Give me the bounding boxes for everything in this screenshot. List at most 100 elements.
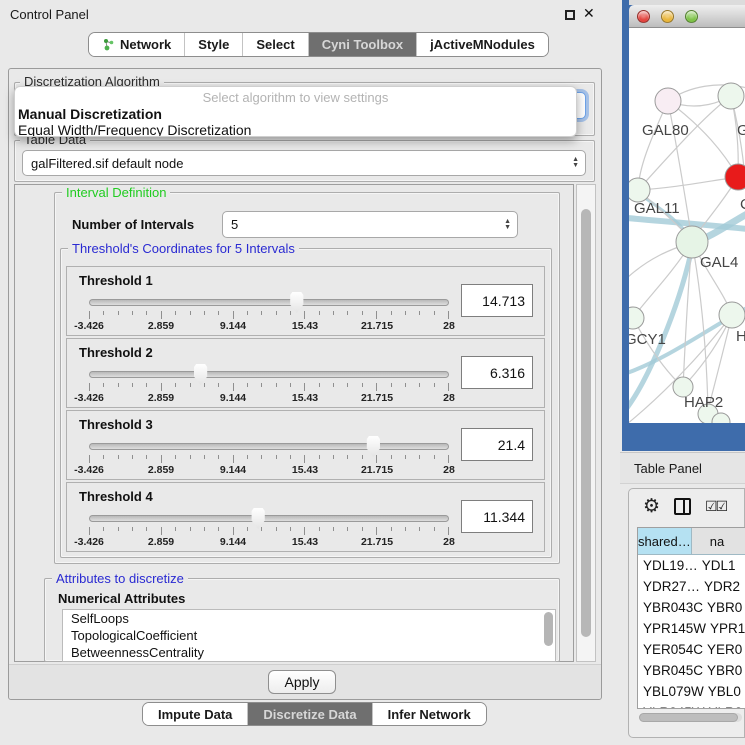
tab-discretize-data[interactable]: Discretize Data <box>248 703 372 725</box>
threshold-value-field[interactable]: 6.316 <box>461 356 533 389</box>
table-panel-toolbar: ⚙ ☑☑ <box>643 497 726 516</box>
network-window-titlebar[interactable] <box>629 5 745 28</box>
slider-ticks <box>89 311 449 319</box>
tick-label: 28 <box>443 536 455 548</box>
columns-icon[interactable] <box>674 498 691 515</box>
table-row[interactable]: YBR045CYBR0 <box>638 660 745 681</box>
tab-select[interactable]: Select <box>243 33 308 56</box>
network-node[interactable] <box>655 88 681 114</box>
tab-label: Select <box>256 37 294 52</box>
table-row[interactable]: YBL079WYBL0 <box>638 681 745 702</box>
table-row[interactable]: YLR345WYLR3 <box>638 702 745 709</box>
slider-track[interactable] <box>89 443 449 450</box>
slider-tick-labels: -3.4262.8599.14415.4321.71528 <box>89 320 449 332</box>
tab-label: Impute Data <box>158 707 232 722</box>
tab-network[interactable]: Network <box>89 33 185 56</box>
slider-tick-labels: -3.4262.8599.14415.4321.71528 <box>89 392 449 404</box>
threshold-slider[interactable]: -3.4262.8599.14415.4321.71528 <box>89 299 449 333</box>
slider-tick-labels: -3.4262.8599.14415.4321.71528 <box>89 536 449 548</box>
tick-label: 2.859 <box>148 392 174 404</box>
tab-style[interactable]: Style <box>185 33 243 56</box>
number-of-intervals-label: Number of Intervals <box>72 217 194 232</box>
panel-title: Control Panel <box>10 7 89 22</box>
attributes-group-title: Attributes to discretize <box>52 571 188 586</box>
close-traffic-light-icon[interactable] <box>637 10 650 23</box>
tick-label: -3.426 <box>74 536 104 548</box>
dropdown-placeholder: Select algorithm to view settings <box>15 90 576 105</box>
slider-track[interactable] <box>89 371 449 378</box>
network-node[interactable] <box>629 307 644 329</box>
tick-label: 2.859 <box>148 536 174 548</box>
tab-cyni-toolbox[interactable]: Cyni Toolbox <box>309 33 417 56</box>
network-node[interactable] <box>629 178 650 202</box>
tick-label: 15.43 <box>292 536 318 548</box>
column-header[interactable]: shared… <box>638 528 692 554</box>
list-scrollbar-thumb[interactable] <box>544 612 553 646</box>
threshold-value-field[interactable]: 21.4 <box>461 428 533 461</box>
slider-handle-icon[interactable] <box>251 508 266 529</box>
table-cell: YPR145W <box>638 621 706 636</box>
minimize-traffic-light-icon[interactable] <box>661 10 674 23</box>
table-row[interactable]: YBR043CYBR0 <box>638 597 745 618</box>
dropdown-option[interactable]: Equal Width/Frequency Discretization <box>15 121 576 137</box>
dropdown-option[interactable]: Manual Discretization <box>15 105 576 121</box>
apply-button[interactable]: Apply <box>268 670 336 694</box>
tick-label: 9.144 <box>220 392 246 404</box>
threshold-panel: Threshold 1-3.4262.8599.14415.4321.71528… <box>66 266 545 336</box>
table-row[interactable]: YDL19…YDL1 <box>638 555 745 576</box>
network-node[interactable] <box>718 83 744 109</box>
slider-handle-icon[interactable] <box>366 436 381 457</box>
scrollbar-thumb[interactable] <box>581 209 591 637</box>
slider-track[interactable] <box>89 515 449 522</box>
node-attribute-table[interactable]: shared…na YDL19…YDL1YDR27…YDR2YBR043CYBR… <box>637 527 745 709</box>
threshold-value-field[interactable]: 14.713 <box>461 284 533 317</box>
table-row[interactable]: YER054CYER0 <box>638 639 745 660</box>
table-cell: YBR0 <box>703 663 745 678</box>
checkbox-select-icons[interactable]: ☑☑ <box>705 498 726 515</box>
table-data-combobox[interactable]: galFiltered.sif default node ▲▼ <box>22 150 586 176</box>
network-node-label: GCY1 <box>629 331 666 348</box>
threshold-slider[interactable]: -3.4262.8599.14415.4321.71528 <box>89 371 449 405</box>
table-cell: YLR3 <box>705 705 745 709</box>
threshold-value-field[interactable]: 11.344 <box>461 500 533 533</box>
attribute-list-item[interactable]: BetweennessCentrality <box>63 644 555 661</box>
network-canvas[interactable]: GAL80GAGAL11CGAL4GCY1HHAP2 <box>629 28 745 423</box>
tab-label: jActiveMNodules <box>430 37 535 52</box>
column-header[interactable]: na <box>692 528 745 554</box>
top-tab-bar: NetworkStyle Select Cyni Toolbox jActiveMNo… <box>88 32 549 57</box>
number-of-intervals-combobox[interactable]: 5 ▲▼ <box>222 211 518 238</box>
horizontal-scrollbar[interactable] <box>639 713 742 722</box>
threshold-label: Threshold 4 <box>79 489 153 504</box>
network-edge <box>668 101 738 177</box>
network-node[interactable] <box>719 302 745 328</box>
network-node[interactable] <box>725 164 745 190</box>
tab-impute-data[interactable]: Impute Data <box>143 703 248 725</box>
tick-label: 21.715 <box>361 536 393 548</box>
network-node-label: H <box>736 328 745 345</box>
attribute-list-item[interactable]: TopologicalCoefficient <box>63 627 555 644</box>
slider-tick-labels: -3.4262.8599.14415.4321.71528 <box>89 464 449 476</box>
threshold-slider[interactable]: -3.4262.8599.14415.4321.71528 <box>89 515 449 549</box>
zoom-traffic-light-icon[interactable] <box>685 10 698 23</box>
slider-handle-icon[interactable] <box>193 364 208 385</box>
float-icon[interactable] <box>565 10 575 20</box>
bottom-tab-bar: Impute Data Discretize DataInfer Network <box>142 702 487 726</box>
slider-handle-icon[interactable] <box>289 292 304 313</box>
table-panel-body: ⚙ ☑☑ shared…na YDL19…YDL1YDR27…YDR2YBR04… <box>628 488 745 738</box>
tick-label: -3.426 <box>74 320 104 332</box>
close-icon[interactable]: ✕ <box>583 5 595 22</box>
attributes-list[interactable]: SelfLoopsTopologicalCoefficientBetweenne… <box>62 609 556 662</box>
table-row[interactable]: YPR145WYPR1 <box>638 618 745 639</box>
threshold-slider[interactable]: -3.4262.8599.14415.4321.71528 <box>89 443 449 477</box>
gear-icon[interactable]: ⚙ <box>643 497 660 516</box>
network-node-label: GAL11 <box>634 200 680 217</box>
tick-label: -3.426 <box>74 392 104 404</box>
table-row[interactable]: YDR27…YDR2 <box>638 576 745 597</box>
table-cell: YER054C <box>638 642 703 657</box>
vertical-scrollbar[interactable] <box>576 184 596 662</box>
tab-jactivemnodules[interactable]: jActiveMNodules <box>417 33 548 56</box>
attribute-list-item[interactable]: SelfLoops <box>63 610 555 627</box>
slider-track[interactable] <box>89 299 449 306</box>
tab-infer-network[interactable]: Infer Network <box>373 703 486 725</box>
scrollbar-thumb[interactable] <box>639 713 738 722</box>
